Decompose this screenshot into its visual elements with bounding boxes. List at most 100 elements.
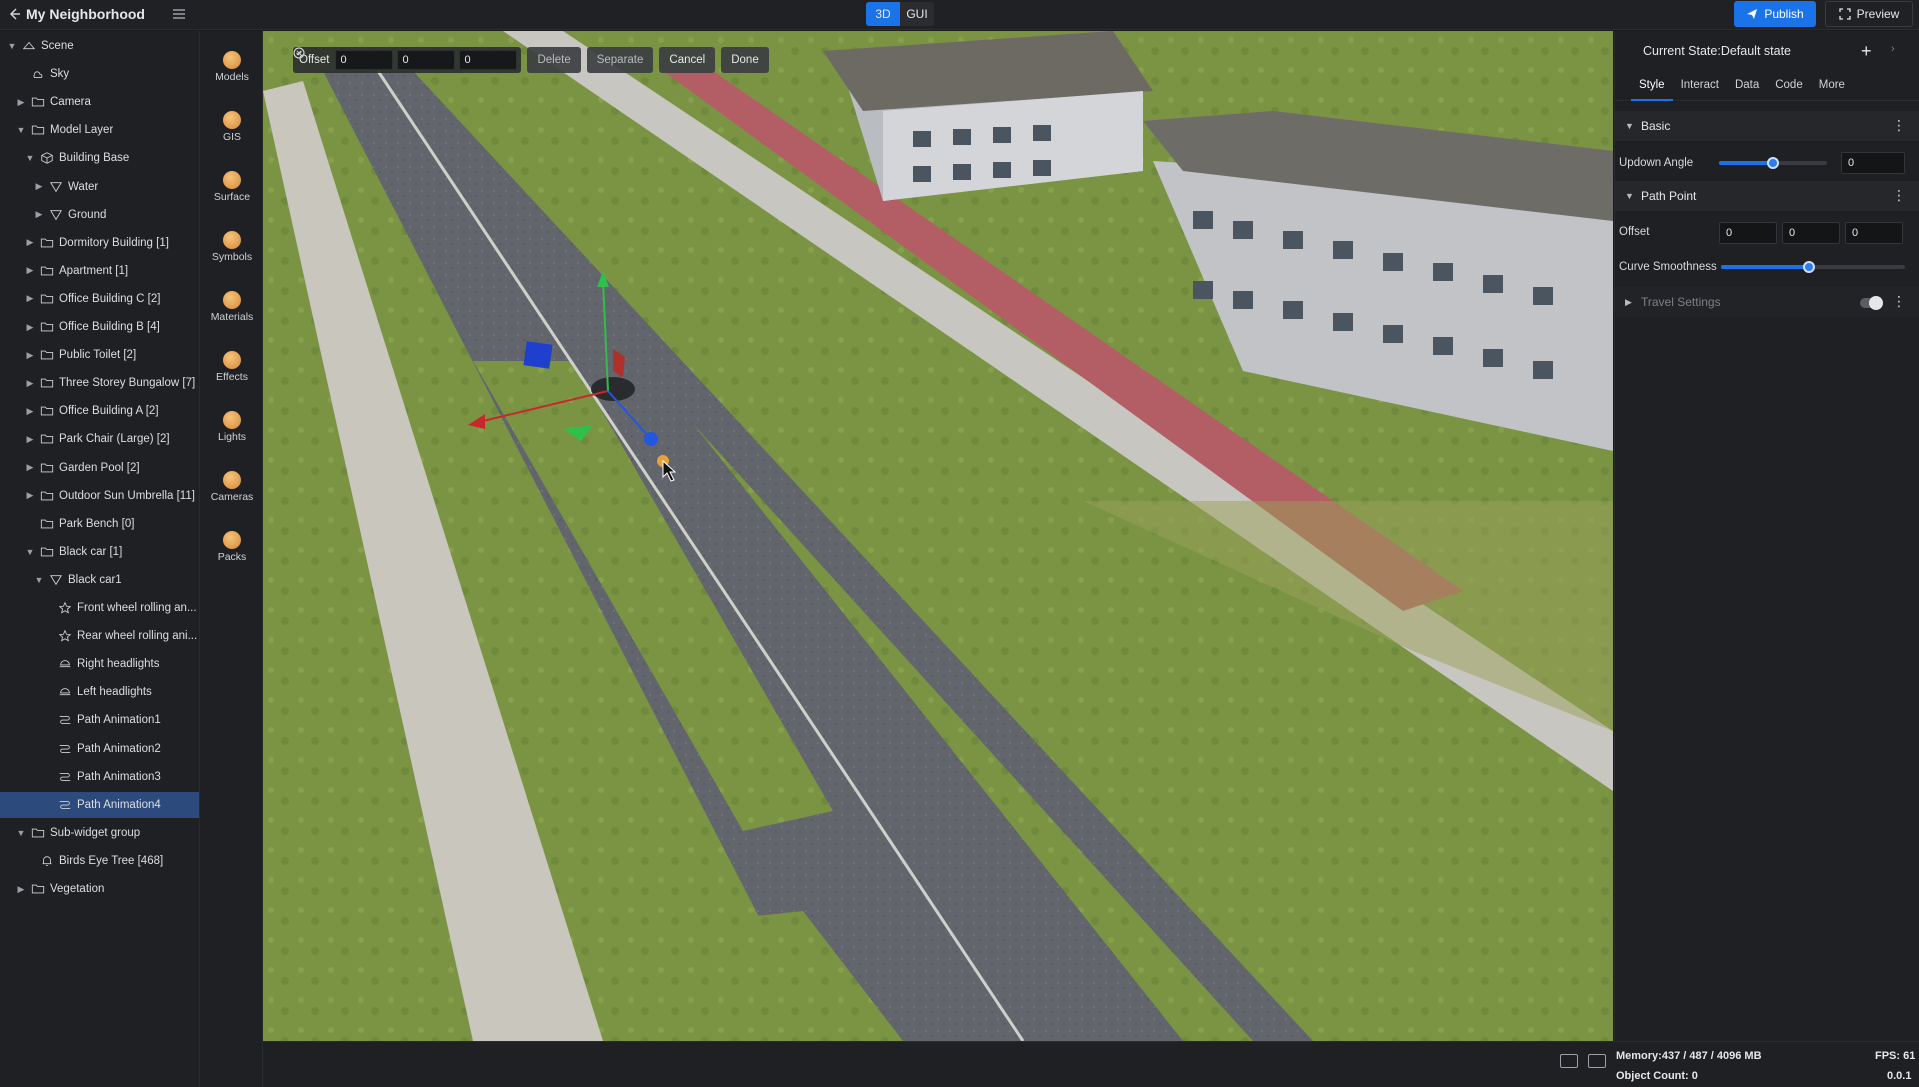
tree-item[interactable]: Path Animation1	[0, 707, 199, 733]
tree-item[interactable]: ▼ Black car [1]	[0, 539, 199, 565]
cancel-button[interactable]: Cancel	[293, 47, 716, 73]
tab-style[interactable]: Style	[1631, 71, 1673, 101]
chevron-right-icon[interactable]: ▶	[24, 462, 36, 473]
tree-item[interactable]: ▶ Office Building C [2]	[0, 286, 199, 312]
rail-item-lights[interactable]: Lights	[200, 399, 264, 449]
tree-item[interactable]: ▶ Camera	[0, 89, 199, 115]
more-vertical-icon[interactable]: ⋮	[1892, 293, 1906, 310]
back-arrow-icon[interactable]	[6, 6, 22, 22]
chevron-right-icon[interactable]: ▶	[15, 97, 27, 108]
chevron-down-icon[interactable]: ▼	[33, 575, 45, 585]
tree-item[interactable]: Rear wheel rolling ani...	[0, 623, 199, 649]
tree-item[interactable]: Path Animation3	[0, 764, 199, 790]
chevron-right-icon[interactable]: ▶	[24, 293, 36, 304]
tree-item[interactable]: ▼ Building Base	[0, 145, 199, 171]
rail-item-models[interactable]: Models	[200, 39, 264, 89]
tree-item[interactable]: Park Bench [0]	[0, 511, 199, 537]
tree-item[interactable]: ▶ Apartment [1]	[0, 258, 199, 284]
tab-more[interactable]: More	[1811, 71, 1853, 101]
tree-item[interactable]: Sky	[0, 61, 199, 87]
properties-panel: Current State:Default state + › Style Int…	[1614, 31, 1919, 1041]
offset-z-input[interactable]	[459, 50, 518, 70]
tree-item[interactable]: ▶ Park Chair (Large) [2]	[0, 426, 199, 452]
chevron-right-icon[interactable]: ▶	[33, 209, 45, 220]
tree-item[interactable]: ▼ Black car1	[0, 567, 199, 593]
tree-item[interactable]: ▶ Ground	[0, 202, 199, 228]
tree-item[interactable]: Right headlights	[0, 651, 199, 677]
chevron-right-icon[interactable]: ▶	[24, 237, 36, 248]
more-vertical-icon[interactable]: ⋮	[1892, 117, 1906, 134]
chevron-down-icon[interactable]: ▼	[24, 153, 36, 163]
preview-button[interactable]: Preview	[1825, 1, 1913, 27]
slider-knob[interactable]	[1767, 157, 1779, 169]
tree-item[interactable]: Path Animation2	[0, 736, 199, 762]
done-button[interactable]: Done	[293, 47, 769, 73]
rail-item-gis[interactable]: GIS	[200, 99, 264, 149]
chevron-right-icon[interactable]: ▶	[33, 181, 45, 192]
chevron-right-icon[interactable]: ▶	[24, 406, 36, 417]
tree-item[interactable]: Front wheel rolling an...	[0, 595, 199, 621]
more-vertical-icon[interactable]: ⋮	[1892, 187, 1906, 204]
tree-item[interactable]: ▶ Water	[0, 174, 199, 200]
tree-item[interactable]: ▶ Office Building A [2]	[0, 398, 199, 424]
chevron-right-icon[interactable]: ▶	[24, 378, 36, 389]
chevron-down-icon[interactable]: ▼	[15, 828, 27, 838]
rail-item-surface[interactable]: Surface	[200, 159, 264, 209]
basic-section-header[interactable]: ▼ Basic ⋮	[1615, 111, 1919, 141]
tab-interact[interactable]: Interact	[1673, 71, 1727, 101]
chevron-down-icon[interactable]: ▼	[24, 547, 36, 557]
tree-item[interactable]: ▶ Public Toilet [2]	[0, 342, 199, 368]
tree-item[interactable]: ▼ Sub-widget group	[0, 820, 199, 846]
chevron-down-icon[interactable]: ▼	[15, 125, 27, 135]
delete-button[interactable]: Delete	[527, 47, 581, 73]
tree-item[interactable]: ▶ Office Building B [4]	[0, 314, 199, 340]
chevron-right-icon[interactable]: ›	[1891, 43, 1895, 55]
chevron-right-icon[interactable]: ▶	[24, 350, 36, 361]
slider-knob[interactable]	[1803, 261, 1816, 273]
keyboard-icon[interactable]	[1560, 1054, 1578, 1068]
updown-angle-input[interactable]: 0	[1841, 152, 1905, 174]
chevron-right-icon[interactable]: ▶	[24, 265, 36, 276]
tree-item[interactable]: ▼ Scene	[0, 33, 199, 59]
rail-item-cameras[interactable]: Cameras	[200, 459, 264, 509]
current-state-label[interactable]: Current State:Default state	[1643, 44, 1791, 58]
travel-settings-toggle[interactable]	[1860, 296, 1883, 310]
hamburger-menu-icon[interactable]	[171, 6, 187, 22]
3d-viewport[interactable]: Offset Delete Separate Cancel Done	[263, 31, 1613, 1041]
tree-item[interactable]: ▼ Model Layer	[0, 117, 199, 143]
chevron-right-icon[interactable]: ▶	[24, 322, 36, 333]
path-offset-x-input[interactable]: 0	[1719, 222, 1777, 244]
tree-item[interactable]: ▶ Three Storey Bungalow [7]	[0, 370, 199, 396]
tree-item[interactable]: Path Animation4	[0, 791, 199, 818]
tab-data[interactable]: Data	[1727, 71, 1767, 101]
chevron-down-icon[interactable]: ▼	[6, 41, 18, 51]
terminal-icon[interactable]	[1588, 1054, 1606, 1068]
chevron-right-icon[interactable]: ▶	[24, 434, 36, 445]
tree-item[interactable]: ▶ Vegetation	[0, 876, 199, 902]
tab-code[interactable]: Code	[1767, 71, 1811, 101]
rail-item-materials[interactable]: Materials	[200, 279, 264, 329]
mode-3d-button[interactable]: 3D	[866, 2, 900, 26]
mode-gui-button[interactable]: GUI	[900, 2, 934, 26]
publish-button[interactable]: Publish	[1734, 1, 1816, 27]
tree-item[interactable]: ▶ Outdoor Sun Umbrella [11]	[0, 483, 199, 509]
updown-angle-slider[interactable]	[1719, 157, 1827, 169]
path-offset-z-input[interactable]: 0	[1845, 222, 1903, 244]
path-point-section-header[interactable]: ▼ Path Point ⋮	[1615, 181, 1919, 211]
curve-smoothness-slider[interactable]	[1721, 261, 1905, 273]
rail-item-packs[interactable]: Packs	[200, 519, 264, 569]
separate-button[interactable]: Separate	[586, 47, 654, 73]
tree-item[interactable]: ▶ Garden Pool [2]	[0, 455, 199, 481]
rail-item-symbols[interactable]: Symbols	[200, 219, 264, 269]
chevron-right-icon[interactable]: ▶	[15, 884, 27, 895]
add-state-icon[interactable]: +	[1861, 41, 1872, 62]
tree-item[interactable]: Birds Eye Tree [468]	[0, 848, 199, 874]
check-circle-icon	[293, 47, 305, 59]
path-offset-y-input[interactable]: 0	[1782, 222, 1840, 244]
tree-item[interactable]: ▶ Dormitory Building [1]	[0, 230, 199, 256]
chevron-right-icon[interactable]: ▶	[24, 490, 36, 501]
rail-item-effects[interactable]: Effects	[200, 339, 264, 389]
tree-item[interactable]: Left headlights	[0, 679, 199, 705]
offset-y-input[interactable]	[397, 50, 456, 70]
offset-x-input[interactable]	[335, 50, 394, 70]
